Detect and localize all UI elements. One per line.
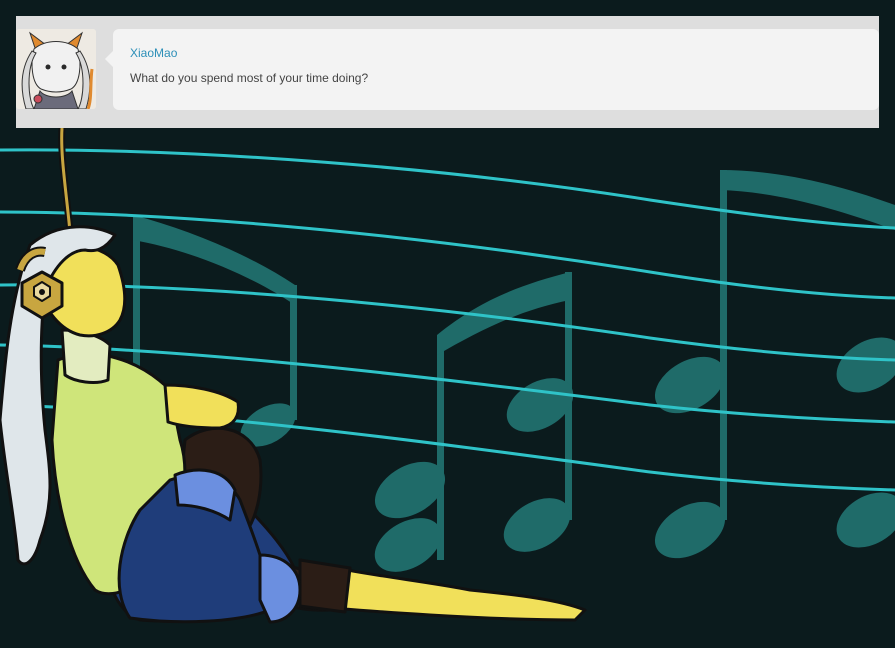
question-text: What do you spend most of your time doin… xyxy=(130,71,369,85)
question-bubble: XiaoMao What do you spend most of your t… xyxy=(105,29,879,110)
asker-avatar[interactable] xyxy=(16,29,96,109)
asker-name-link[interactable]: XiaoMao xyxy=(130,45,862,61)
fox-character-avatar-icon xyxy=(16,29,96,109)
ask-panel: XiaoMao What do you spend most of your t… xyxy=(16,16,879,128)
